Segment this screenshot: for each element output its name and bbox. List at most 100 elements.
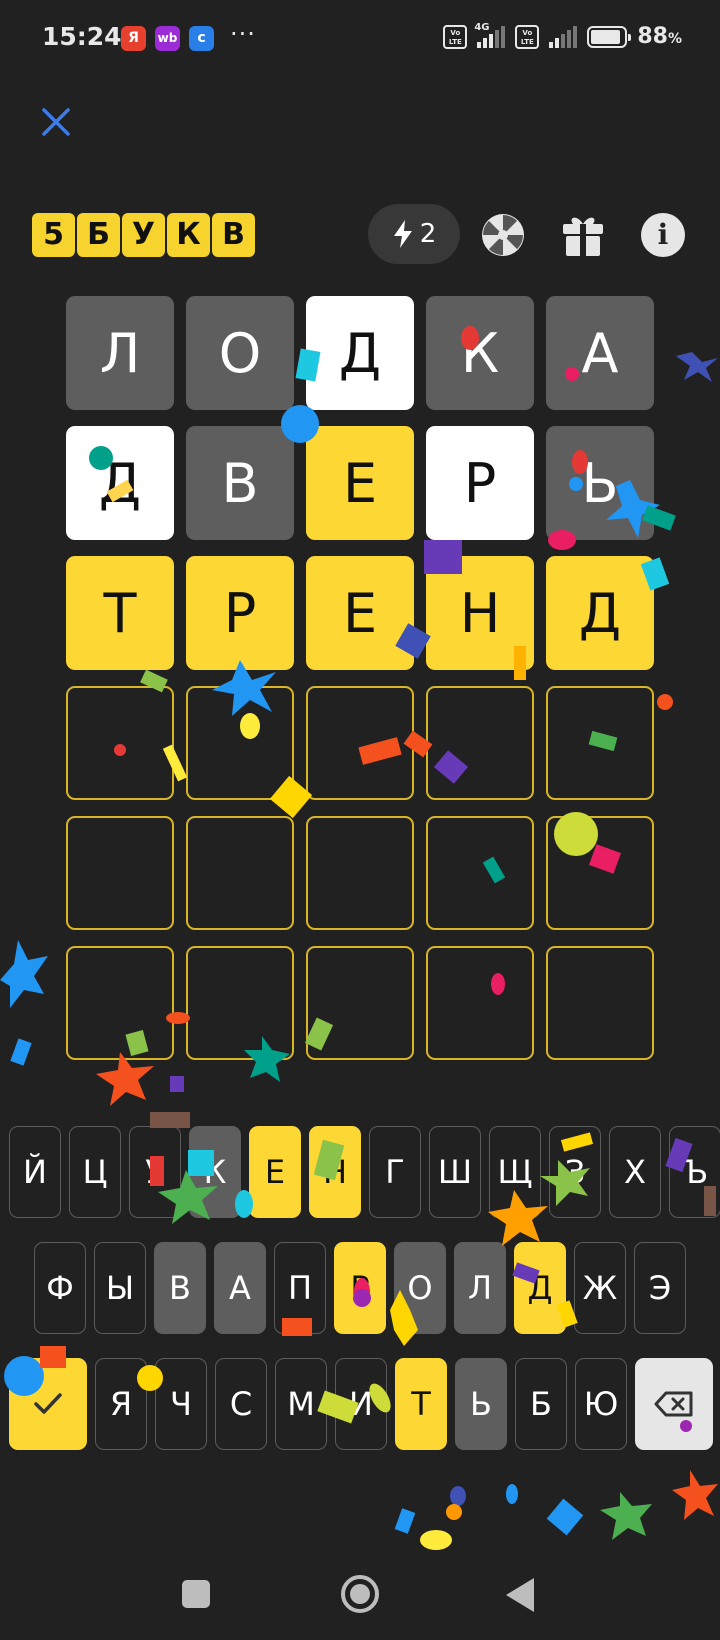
logo-letter: К <box>167 213 210 257</box>
board-tile-empty <box>66 686 174 800</box>
lightning-icon <box>393 220 412 248</box>
key-П[interactable]: П <box>274 1242 326 1334</box>
logo-letter: Б <box>77 213 120 257</box>
key-Ю[interactable]: Ю <box>575 1358 627 1450</box>
key-У[interactable]: У <box>129 1126 181 1218</box>
messenger-app-icon: c <box>189 26 214 51</box>
board-tile: Т <box>66 556 174 670</box>
key-А[interactable]: А <box>214 1242 266 1334</box>
key-Б[interactable]: Б <box>515 1358 567 1450</box>
board-tile-empty <box>306 946 414 1060</box>
key-Ч[interactable]: Ч <box>155 1358 207 1450</box>
logo-letter: У <box>122 213 165 257</box>
backspace-button[interactable] <box>635 1358 713 1450</box>
board-tile-empty <box>186 816 294 930</box>
info-button[interactable]: i <box>641 213 685 257</box>
key-Ш[interactable]: Ш <box>429 1126 481 1218</box>
key-В[interactable]: В <box>154 1242 206 1334</box>
key-Т[interactable]: Т <box>395 1358 447 1450</box>
board-tile-empty <box>186 686 294 800</box>
board-tile-empty <box>546 946 654 1060</box>
hints-count: 2 <box>419 219 437 249</box>
board-tile: Д <box>66 426 174 540</box>
key-Д[interactable]: Д <box>514 1242 566 1334</box>
board-tile: Д <box>306 296 414 410</box>
key-Ы[interactable]: Ы <box>94 1242 146 1334</box>
status-indicators: Vo LTE 4G Vo LTE 88% <box>443 22 682 49</box>
wildberries-app-icon: wb <box>155 26 180 51</box>
key-Г[interactable]: Г <box>369 1126 421 1218</box>
board-tile-empty <box>426 686 534 800</box>
key-Ъ[interactable]: Ъ <box>669 1126 720 1218</box>
key-И[interactable]: И <box>335 1358 387 1450</box>
back-icon[interactable] <box>506 1578 534 1612</box>
signal-icon <box>549 25 578 48</box>
key-Е[interactable]: Е <box>249 1126 301 1218</box>
gift-icon[interactable] <box>560 212 606 258</box>
key-Й[interactable]: Й <box>9 1126 61 1218</box>
board-tile-empty <box>546 816 654 930</box>
board-tile: Н <box>426 556 534 670</box>
logo-letter: В <box>212 213 255 257</box>
enter-button[interactable] <box>9 1358 87 1450</box>
board-tile: Р <box>426 426 534 540</box>
status-bar: 15:24 Я wb c ··· Vo LTE 4G Vo LTE 88% <box>0 0 720 80</box>
board-tile: А <box>546 296 654 410</box>
status-time: 15:24 <box>42 22 122 51</box>
keyboard-row: ЙЦУКЕНГШЩЗХЪ <box>9 1126 720 1218</box>
board-tile-empty <box>186 946 294 1060</box>
key-Э[interactable]: Э <box>634 1242 686 1334</box>
signal-icon: 4G <box>474 22 506 48</box>
board-tile: Л <box>66 296 174 410</box>
yandex-app-icon: Я <box>121 26 146 51</box>
key-З[interactable]: З <box>549 1126 601 1218</box>
key-Ф[interactable]: Ф <box>34 1242 86 1334</box>
board-tile: К <box>426 296 534 410</box>
board-tile: Ь <box>546 426 654 540</box>
key-М[interactable]: М <box>275 1358 327 1450</box>
key-Щ[interactable]: Щ <box>489 1126 541 1218</box>
key-С[interactable]: С <box>215 1358 267 1450</box>
board-tile-empty <box>306 686 414 800</box>
key-Р[interactable]: Р <box>334 1242 386 1334</box>
board-tile-empty <box>66 946 174 1060</box>
key-О[interactable]: О <box>394 1242 446 1334</box>
key-Я[interactable]: Я <box>95 1358 147 1450</box>
board-tile-empty <box>66 816 174 930</box>
more-notifications-icon: ··· <box>230 20 256 48</box>
network-type: 4G <box>474 21 490 33</box>
board-tile: Д <box>546 556 654 670</box>
hints-button[interactable]: 2 <box>368 204 460 264</box>
board-tile: Е <box>306 556 414 670</box>
close-icon[interactable] <box>38 104 74 140</box>
game-logo: 5 Б У К В <box>32 213 255 257</box>
volte-icon: Vo LTE <box>443 24 468 49</box>
backspace-icon <box>654 1391 693 1417</box>
keyboard-row: ЯЧСМИТЬБЮ <box>9 1358 713 1450</box>
board-tile: О <box>186 296 294 410</box>
board-tile-empty <box>426 946 534 1060</box>
key-Ь[interactable]: Ь <box>455 1358 507 1450</box>
recents-icon[interactable] <box>182 1580 210 1608</box>
board-tile: Е <box>306 426 414 540</box>
volte-icon: Vo LTE <box>515 24 540 49</box>
board-tile-empty <box>546 686 654 800</box>
key-Л[interactable]: Л <box>454 1242 506 1334</box>
board-tile-empty <box>306 816 414 930</box>
key-Н[interactable]: Н <box>309 1126 361 1218</box>
game-board: ЛОДКАДВЕРЬТРЕНД <box>66 296 654 1060</box>
key-Х[interactable]: Х <box>609 1126 661 1218</box>
key-К[interactable]: К <box>189 1126 241 1218</box>
key-Ц[interactable]: Ц <box>69 1126 121 1218</box>
checkmark-icon <box>34 1393 62 1414</box>
keyboard-row: ФЫВАПРОЛДЖЭ <box>34 1242 686 1334</box>
board-tile-empty <box>426 816 534 930</box>
battery-icon <box>587 25 632 48</box>
navigation-bar <box>0 1540 720 1640</box>
wheel-icon[interactable] <box>480 212 526 258</box>
home-icon[interactable] <box>341 1575 379 1613</box>
key-Ж[interactable]: Ж <box>574 1242 626 1334</box>
logo-letter: 5 <box>32 213 75 257</box>
board-tile: Р <box>186 556 294 670</box>
battery-percent: 88% <box>637 24 682 49</box>
